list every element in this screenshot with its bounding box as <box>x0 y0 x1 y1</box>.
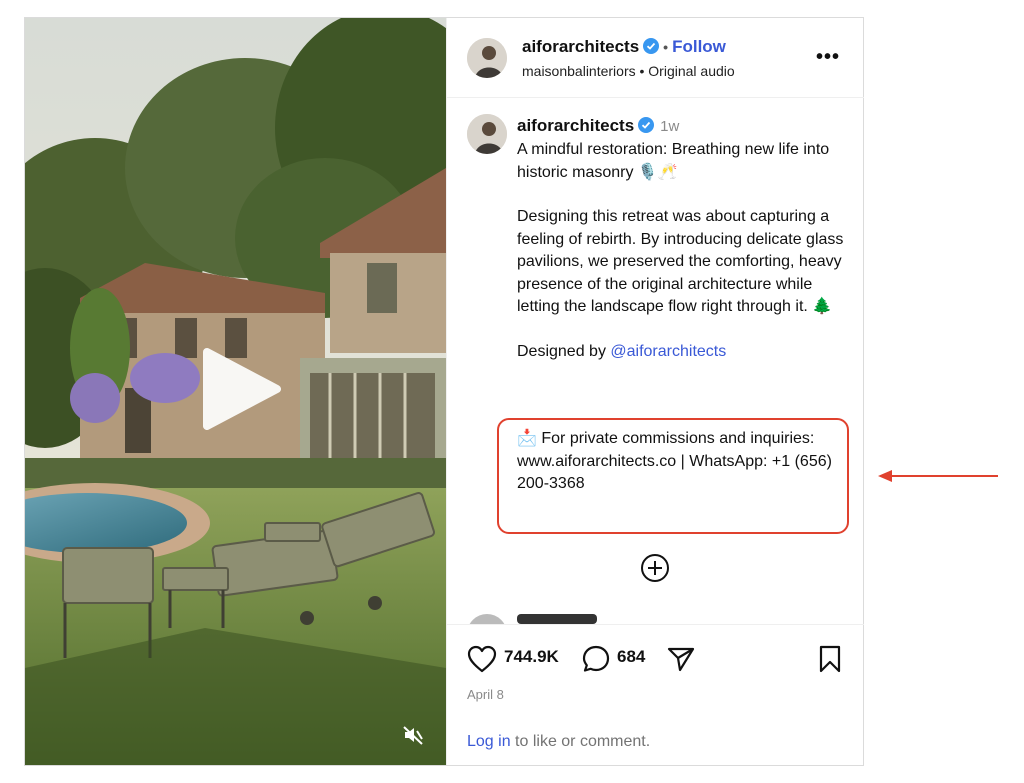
separator-dot: • <box>663 39 669 55</box>
avatar-image <box>467 114 507 154</box>
caption-author-avatar[interactable] <box>467 114 507 154</box>
comment-bubble-icon[interactable] <box>582 645 610 673</box>
bookmark-icon[interactable] <box>818 645 842 673</box>
caption-text: A mindful restoration: Breathing new lif… <box>517 139 852 385</box>
share-paper-plane-icon[interactable] <box>667 646 695 672</box>
instagram-post: aiforarchitects • Follow maisonbalinterior… <box>24 17 864 766</box>
post-header: aiforarchitects • Follow maisonbalinterior… <box>447 18 864 98</box>
video-player[interactable] <box>25 18 446 765</box>
verified-badge-icon <box>638 117 655 133</box>
login-link[interactable]: Log in <box>467 733 511 750</box>
post-details-pane: aiforarchitects • Follow maisonbalinterior… <box>446 18 864 765</box>
action-bar: 744.9K 684 April 8 Log in to like or com… <box>447 624 864 765</box>
login-prompt: Log in to like or comment. <box>467 733 650 751</box>
red-arrow-annotation <box>878 470 998 482</box>
commission-contact-text: 📩 For private commissions and inquiries:… <box>517 430 832 492</box>
add-circle-icon[interactable] <box>640 553 670 583</box>
caption-section: aiforarchitects 1w A mindful restoration:… <box>447 98 864 624</box>
avatar-image <box>467 38 507 78</box>
post-date: April 8 <box>467 687 504 702</box>
mention-link[interactable]: @aiforarchitects <box>610 343 726 360</box>
caption-username[interactable]: aiforarchitects <box>517 116 634 135</box>
more-options-button[interactable]: ••• <box>816 46 840 69</box>
caption-username-row: aiforarchitects 1w <box>517 116 679 136</box>
play-icon[interactable] <box>201 346 283 432</box>
post-time: 1w <box>660 118 680 135</box>
comment-count[interactable]: 684 <box>617 647 645 667</box>
login-prompt-text: to like or comment. <box>510 733 651 750</box>
audio-attribution[interactable]: maisonbalinteriors • Original audio <box>522 63 735 79</box>
comment-username-cut <box>517 614 597 624</box>
designed-by-prefix: Designed by <box>517 342 611 360</box>
like-count[interactable]: 744.9K <box>504 647 559 667</box>
heart-icon[interactable] <box>467 645 497 673</box>
header-username-row: aiforarchitects • Follow <box>522 37 726 57</box>
muted-speaker-icon[interactable] <box>402 724 424 746</box>
author-avatar[interactable] <box>467 38 507 78</box>
verified-badge-icon <box>643 38 660 54</box>
comment-avatar <box>467 614 507 624</box>
caption-line: A mindful restoration: Breathing new lif… <box>517 141 830 181</box>
author-username[interactable]: aiforarchitects <box>522 37 639 56</box>
caption-line: Designing this retreat was about capturi… <box>517 208 844 315</box>
follow-button[interactable]: Follow <box>672 37 726 56</box>
designed-by-line: Designed by @aiforarchitects <box>517 341 852 364</box>
